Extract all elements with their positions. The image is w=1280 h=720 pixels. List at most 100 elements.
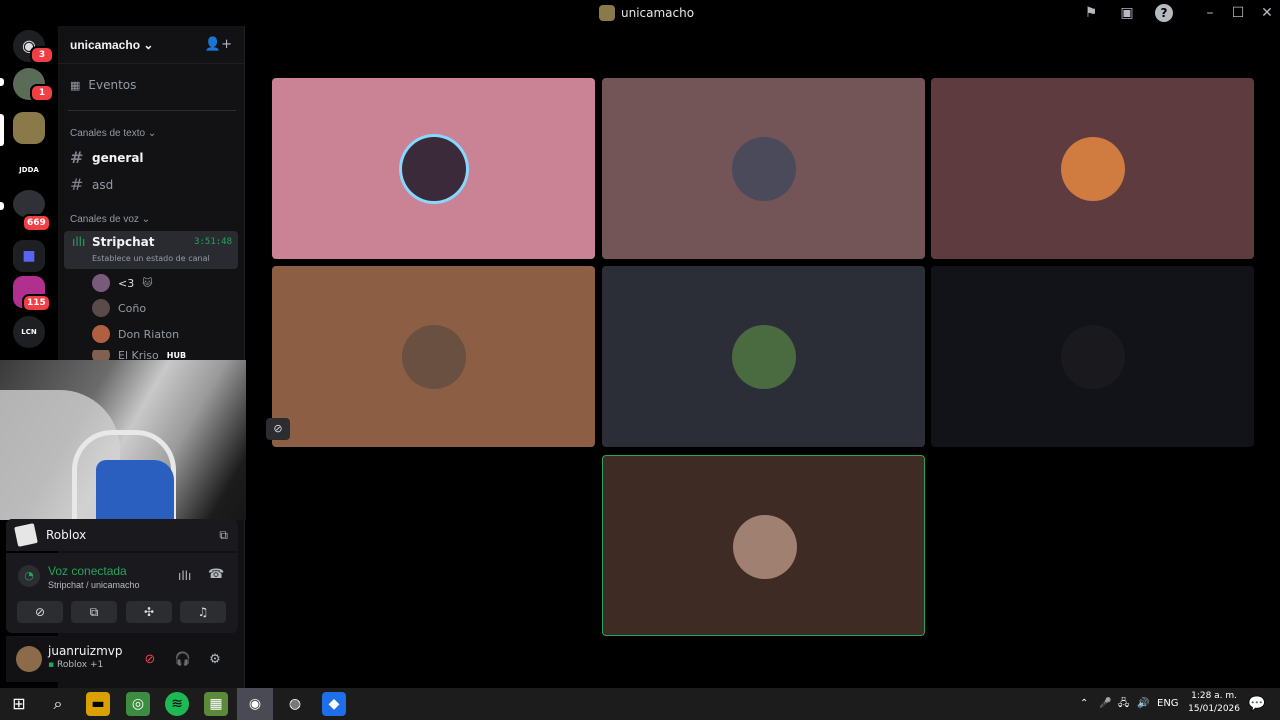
channel-asd-label: asd xyxy=(92,177,114,192)
start-windows-icon[interactable]: ⊞ xyxy=(7,692,31,716)
mute-mic-icon[interactable]: ⊘ xyxy=(140,650,160,670)
stream-game-icon[interactable]: ⧉ xyxy=(219,528,228,543)
file-explorer-icon[interactable]: ▬ xyxy=(86,692,110,716)
invite-people-icon[interactable]: 👤+ xyxy=(205,37,232,52)
participant-tile-2[interactable] xyxy=(602,78,925,259)
network-icon[interactable]: 🖧 xyxy=(1118,688,1129,720)
camera-off-icon: ⊘ xyxy=(34,605,46,619)
user-panel: juanruizmvp ▪ Roblox +1 ⊘ 🎧 ⚙ xyxy=(6,636,238,682)
voice-stage: ⊘ xyxy=(246,26,1280,688)
participant-tile-5[interactable] xyxy=(602,266,925,447)
participant-avatar xyxy=(732,325,796,389)
text-category-label: Canales de texto xyxy=(70,128,146,139)
roblox-icon xyxy=(14,523,38,547)
minimize-icon[interactable]: – xyxy=(1201,4,1219,22)
voice-channel-stripchat[interactable]: ıllı Stripchat 3:51:48 Establece un esta… xyxy=(64,231,238,269)
cat-emoji-icon: 🐱 xyxy=(142,277,153,289)
avatar[interactable] xyxy=(16,646,42,672)
inbox-icon[interactable]: ▣ xyxy=(1118,4,1136,22)
signal-icon[interactable]: ◔ xyxy=(18,565,40,587)
unread-pill xyxy=(0,78,4,86)
camera-off-button[interactable]: ⊘ xyxy=(17,601,63,623)
disconnect-icon[interactable]: ☎ xyxy=(208,567,224,582)
activities-button[interactable]: ✣ xyxy=(126,601,172,623)
language-indicator[interactable]: ENG xyxy=(1157,688,1179,720)
participant-avatar xyxy=(733,515,797,579)
server-icon xyxy=(599,5,615,21)
voice-channels-category[interactable]: Canales de voz ⌄ xyxy=(70,214,150,225)
microphone-icon[interactable]: 🎤 xyxy=(1099,688,1111,720)
show-hidden-icons[interactable]: ⌃ xyxy=(1080,688,1088,720)
participant-tile-3[interactable] xyxy=(931,78,1254,259)
mic-muted-icon: ⊘ xyxy=(266,418,290,440)
voice-user-2[interactable]: Coño xyxy=(92,299,146,317)
share-screen-button[interactable]: ⧉ xyxy=(71,601,117,623)
channel-general-label: general xyxy=(92,150,144,165)
participant-tile-4[interactable] xyxy=(272,266,595,447)
username[interactable]: juanruizmvp xyxy=(48,644,122,658)
headphones-icon[interactable]: 🎧 xyxy=(173,650,193,670)
voice-category-label: Canales de voz xyxy=(70,214,139,225)
channel-general[interactable]: # general xyxy=(70,148,144,167)
voice-channel-status[interactable]: Establece un estado de canal xyxy=(92,254,210,263)
folder-icon[interactable]: ■ xyxy=(13,240,45,272)
discord-taskbar-icon[interactable]: ◉ xyxy=(237,688,273,720)
volume-icon[interactable]: 🔊 xyxy=(1137,688,1149,720)
events-item[interactable]: ▦ Eventos xyxy=(70,78,136,92)
windows-taskbar: ⊞ ⌕ ▬ ◎ ≋ ▦ ◉ ◍ ◆ ⌃ 🎤 🖧 🔊 ENG 1:28 a. m.… xyxy=(0,688,1280,720)
title-bar: unicamacho ⚑ ▣ ? – ☐ ✕ xyxy=(0,0,1280,26)
soundboard-button[interactable]: ♫ xyxy=(180,601,226,623)
notifications-icon[interactable]: 💬 xyxy=(1248,688,1265,720)
search-icon[interactable]: ⌕ xyxy=(46,692,70,716)
server-header[interactable]: unicamacho ⌄ 👤+ xyxy=(58,26,244,64)
user-activity-text: Roblox +1 xyxy=(56,660,104,670)
divider xyxy=(68,110,236,111)
pelado-badge: 115 xyxy=(22,294,51,312)
voice-user-3[interactable]: Don Riaton xyxy=(92,325,179,343)
voice-status[interactable]: Voz conectada xyxy=(48,564,127,578)
webcam-blanket xyxy=(96,460,174,520)
webcam-overlay xyxy=(0,360,285,520)
hash-icon: # xyxy=(70,175,84,194)
channel-asd[interactable]: # asd xyxy=(70,175,113,194)
selected-pill xyxy=(0,114,4,146)
server-1-badge: 1 xyxy=(30,84,54,102)
participant-tile-1[interactable] xyxy=(272,78,595,259)
minecraft-icon[interactable]: ▦ xyxy=(204,692,228,716)
hub-tag: HUB xyxy=(166,350,187,360)
gamepad-icon: ▪ xyxy=(48,660,55,670)
voice-user-name: <3 xyxy=(118,276,135,290)
text-channels-category[interactable]: Canales de texto ⌄ xyxy=(70,128,156,139)
participant-avatar xyxy=(732,137,796,201)
participant-tile-6[interactable] xyxy=(931,266,1254,447)
clock[interactable]: 1:28 a. m. 15/01/2026 xyxy=(1188,690,1240,716)
voice-channel-timer: 3:51:48 xyxy=(194,237,232,247)
maximize-icon[interactable]: ☐ xyxy=(1229,4,1247,22)
flag-icon[interactable]: ⚑ xyxy=(1082,4,1100,22)
avatar xyxy=(92,350,110,360)
server-lcn[interactable]: LCN xyxy=(13,316,45,348)
window-title: unicamacho xyxy=(599,4,694,22)
spotify-icon[interactable]: ≋ xyxy=(165,692,189,716)
participant-tile-7[interactable] xyxy=(602,455,925,636)
settings-gear-icon[interactable]: ⚙ xyxy=(205,650,225,670)
voice-user-name: Coño xyxy=(118,301,147,315)
window-title-text: unicamacho xyxy=(621,6,695,20)
chrome-icon[interactable]: ◎ xyxy=(126,692,150,716)
noise-suppression-icon[interactable]: ıllı xyxy=(178,569,191,583)
server-avatar-unicamacho[interactable] xyxy=(13,112,45,144)
obs-icon[interactable]: ◍ xyxy=(283,692,307,716)
voice-active-icon: ıllı xyxy=(72,235,86,249)
chevron-down-icon: ⌄ xyxy=(143,37,154,52)
voice-user-name: El Kriso xyxy=(118,350,159,360)
roblox-taskbar-icon[interactable]: ◆ xyxy=(322,692,346,716)
avatar xyxy=(92,274,110,292)
voice-user-4[interactable]: El Kriso HUB xyxy=(92,350,186,360)
activity-panel[interactable]: Roblox ⧉ xyxy=(6,519,238,551)
voice-user-1[interactable]: <3 🐱 xyxy=(92,274,153,292)
activity-game: Roblox xyxy=(46,528,87,542)
help-icon[interactable]: ? xyxy=(1155,4,1173,22)
server-jdda[interactable]: JDDA xyxy=(13,154,45,186)
voice-connection-panel: ◔ Voz conectada Stripchat / unicamacho ı… xyxy=(6,553,238,633)
close-icon[interactable]: ✕ xyxy=(1258,4,1276,22)
